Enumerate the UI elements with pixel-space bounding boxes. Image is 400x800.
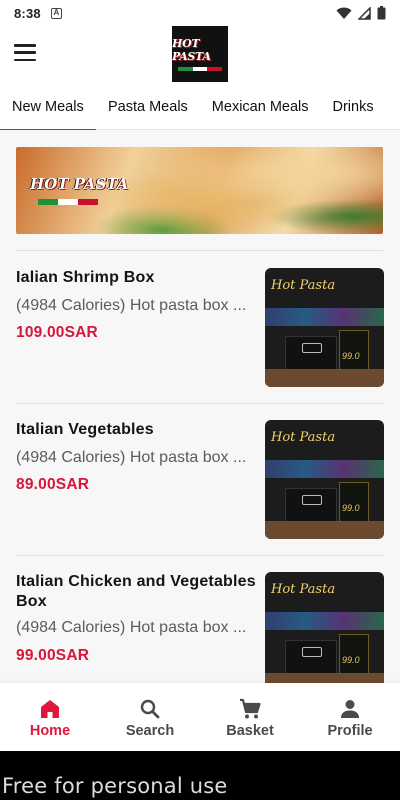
search-icon <box>140 699 160 719</box>
divider <box>16 403 383 404</box>
tab-drinks[interactable]: Drinks <box>321 84 386 130</box>
store-sign: Hot Pasta <box>271 278 336 293</box>
store-sign: Hot Pasta <box>271 430 336 445</box>
app-bar: HOT PASTA <box>0 26 400 84</box>
status-time: 8:38 <box>14 5 41 21</box>
meal-item[interactable]: Ialian Shrimp Box (4984 Calories) Hot pa… <box>16 268 384 388</box>
meal-price: 99.00SAR <box>16 647 90 664</box>
meal-name: Italian Vegetables <box>16 421 154 438</box>
status-icons <box>336 6 386 20</box>
meal-list[interactable]: HOT PASTA Ialian Shrimp Box (4984 Calori… <box>0 130 400 683</box>
store-sign: Hot Pasta <box>271 582 336 597</box>
banner-flag <box>38 199 98 205</box>
meal-image: Hot Pasta <box>265 268 384 387</box>
nav-home-label: Home <box>29 723 71 739</box>
basket-icon <box>240 698 261 719</box>
notification-icon: A <box>50 7 62 19</box>
nav-profile[interactable]: Profile <box>300 683 400 751</box>
meal-description: (4984 Calories) Hot pasta box ... <box>16 297 247 314</box>
divider <box>16 555 383 556</box>
banner-logo: HOT PASTA <box>30 175 129 193</box>
battery-icon <box>377 6 386 20</box>
home-icon <box>41 700 59 718</box>
meal-image: Hot Pasta <box>265 420 384 539</box>
nav-search-label: Search <box>125 723 175 739</box>
meal-description: (4984 Calories) Hot pasta box ... <box>16 449 247 466</box>
app-logo: HOT PASTA <box>172 26 228 82</box>
meal-price: 89.00SAR <box>16 476 90 493</box>
nav-basket-label: Basket <box>226 723 274 739</box>
meal-price: 109.00SAR <box>16 324 98 341</box>
menu-icon[interactable] <box>14 44 36 62</box>
meal-description: (4984 Calories) Hot pasta box ... <box>16 619 247 636</box>
meal-name: Ialian Shrimp Box <box>16 269 155 286</box>
wifi-icon <box>336 7 352 19</box>
nav-profile-label: Profile <box>327 723 373 739</box>
tab-pasta-meals[interactable]: Pasta Meals <box>96 84 200 130</box>
tab-mexican-meals[interactable]: Mexican Meals <box>200 84 321 130</box>
meal-image: Hot Pasta <box>265 572 384 683</box>
meal-item[interactable]: Italian Chicken and Vegetables Box (4984… <box>16 572 384 683</box>
promo-banner[interactable]: HOT PASTA <box>16 147 383 234</box>
nav-basket[interactable]: Basket <box>200 683 300 751</box>
signal-icon <box>358 6 371 20</box>
bottom-navigation: Home Search Basket Profile <box>0 683 400 751</box>
category-tabs: New Meals Pasta Meals Mexican Meals Drin… <box>0 84 400 131</box>
nav-home[interactable]: Home <box>0 683 100 751</box>
logo-text: HOT PASTA <box>172 37 211 63</box>
divider <box>16 250 383 251</box>
tab-new-meals[interactable]: New Meals <box>0 84 96 131</box>
meal-name: Italian Chicken and Vegetables Box <box>16 573 256 610</box>
flag-stripe <box>178 67 223 71</box>
meal-item[interactable]: Italian Vegetables (4984 Calories) Hot p… <box>16 420 384 540</box>
nav-search[interactable]: Search <box>100 683 200 751</box>
watermark-text: Free for personal use <box>2 774 228 798</box>
profile-icon <box>341 700 359 718</box>
status-bar: 8:38 A <box>0 0 400 26</box>
